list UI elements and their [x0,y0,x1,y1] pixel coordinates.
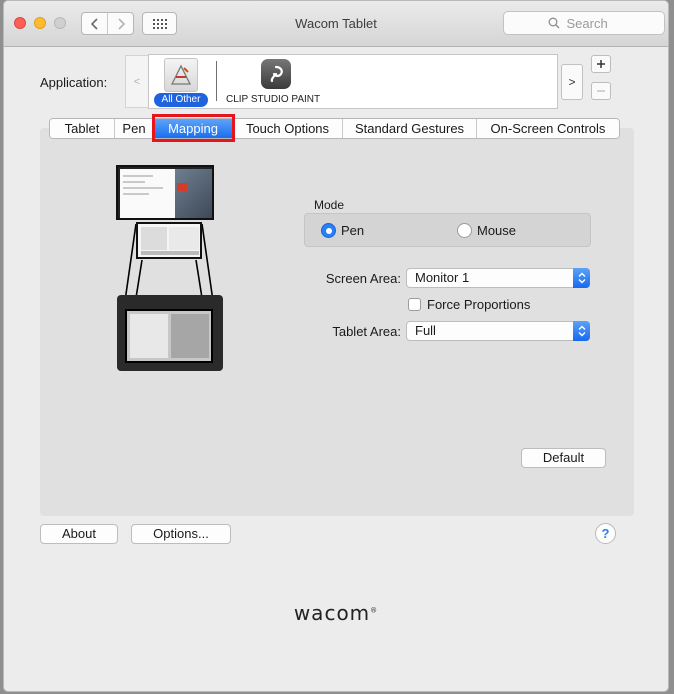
chevron-left-icon [90,17,98,30]
screen-content [141,251,199,255]
back-button[interactable] [82,13,107,34]
registered-mark: ® [370,606,379,615]
checkbox-unchecked-icon [408,298,421,311]
screen-text-line [123,187,163,189]
mapping-diagram [112,161,223,373]
title-bar: Wacom Tablet [4,1,668,47]
screen-content [141,227,167,250]
minus-icon [597,90,605,92]
mode-mouse-radio[interactable]: Mouse [457,223,516,238]
application-item-all-other[interactable]: All Other [154,55,208,108]
about-button[interactable]: About [40,524,118,544]
tab-touch-options[interactable]: Touch Options [232,119,342,138]
wacom-logo: wacom® [4,601,668,625]
tab-tablet[interactable]: Tablet [50,119,114,138]
tablet-active-area [125,309,213,363]
monitor-2-preview [136,222,202,259]
screen-area-value: Monitor 1 [415,270,470,285]
default-button[interactable]: Default [521,448,606,468]
monitor-1-preview [116,165,214,220]
application-list: All Other CLIP STUDIO PAINT [148,54,558,109]
application-label: Application: [40,75,108,90]
options-button[interactable]: Options... [131,524,231,544]
screen-content [171,314,209,358]
tablet-preview [117,295,223,371]
wacom-tablet-window: Wacom Tablet Application: < All Other CL… [3,0,669,692]
tab-standard-gestures[interactable]: Standard Gestures [342,119,476,138]
application-scroll-left-button[interactable]: < [125,55,148,108]
search-field[interactable] [503,11,665,35]
chevron-right-icon: > [568,75,576,89]
mode-pen-label: Pen [341,223,365,238]
force-proportions-checkbox[interactable]: Force Proportions [408,297,530,312]
plus-icon [597,60,605,68]
application-item-clip-studio-paint[interactable]: CLIP STUDIO PAINT [223,55,333,108]
tab-on-screen-controls[interactable]: On-Screen Controls [476,119,619,138]
search-input[interactable] [564,14,621,32]
clip-studio-paint-icon [261,59,291,89]
tablet-area-value: Full [415,323,436,338]
navigation-buttons [81,12,134,35]
screen-content [169,227,199,250]
screen-content [177,183,188,191]
show-all-button[interactable] [142,12,177,35]
force-proportions-label: Force Proportions [427,297,531,312]
remove-application-button[interactable] [591,82,611,100]
help-button[interactable]: ? [595,523,616,544]
radio-selected-icon [321,223,336,238]
application-divider [216,61,217,101]
screen-text-line [123,175,153,177]
add-application-button[interactable] [591,55,611,73]
chevron-left-icon: < [133,75,141,88]
search-icon [548,17,559,29]
tab-pen[interactable]: Pen [114,119,153,138]
screen-text-line [123,181,145,183]
all-other-app-icon [164,58,198,92]
mode-pen-radio[interactable]: Pen [321,223,364,238]
screen-area-label: Screen Area: [325,271,401,286]
mode-radio-group: Pen Mouse [304,213,591,247]
screen-content [130,314,168,358]
wacom-logo-text: wacom [293,601,371,625]
tablet-area-label: Tablet Area: [332,324,401,339]
radio-unselected-icon [457,223,472,238]
tab-mapping[interactable]: Mapping [153,119,232,138]
minimize-window-button[interactable] [34,17,46,29]
mode-mouse-label: Mouse [477,223,517,238]
mode-label: Mode [314,198,345,212]
tablet-area-select[interactable]: Full [406,321,590,341]
chevron-updown-icon [573,321,590,341]
screen-text-line [123,193,149,195]
grid-icon [152,18,167,29]
forward-button[interactable] [107,13,133,34]
chevron-right-icon [117,17,125,30]
tab-bar: Tablet Pen Mapping Touch Options Standar… [49,118,620,139]
application-item-label: All Other [154,93,208,107]
chevron-updown-icon [573,268,590,288]
screen-area-select[interactable]: Monitor 1 [406,268,590,288]
application-scroll-right-button[interactable]: > [561,64,583,100]
zoom-window-button[interactable] [54,17,66,29]
application-item-label: CLIP STUDIO PAINT [226,94,321,105]
close-window-button[interactable] [14,17,26,29]
screen-content [175,169,212,218]
